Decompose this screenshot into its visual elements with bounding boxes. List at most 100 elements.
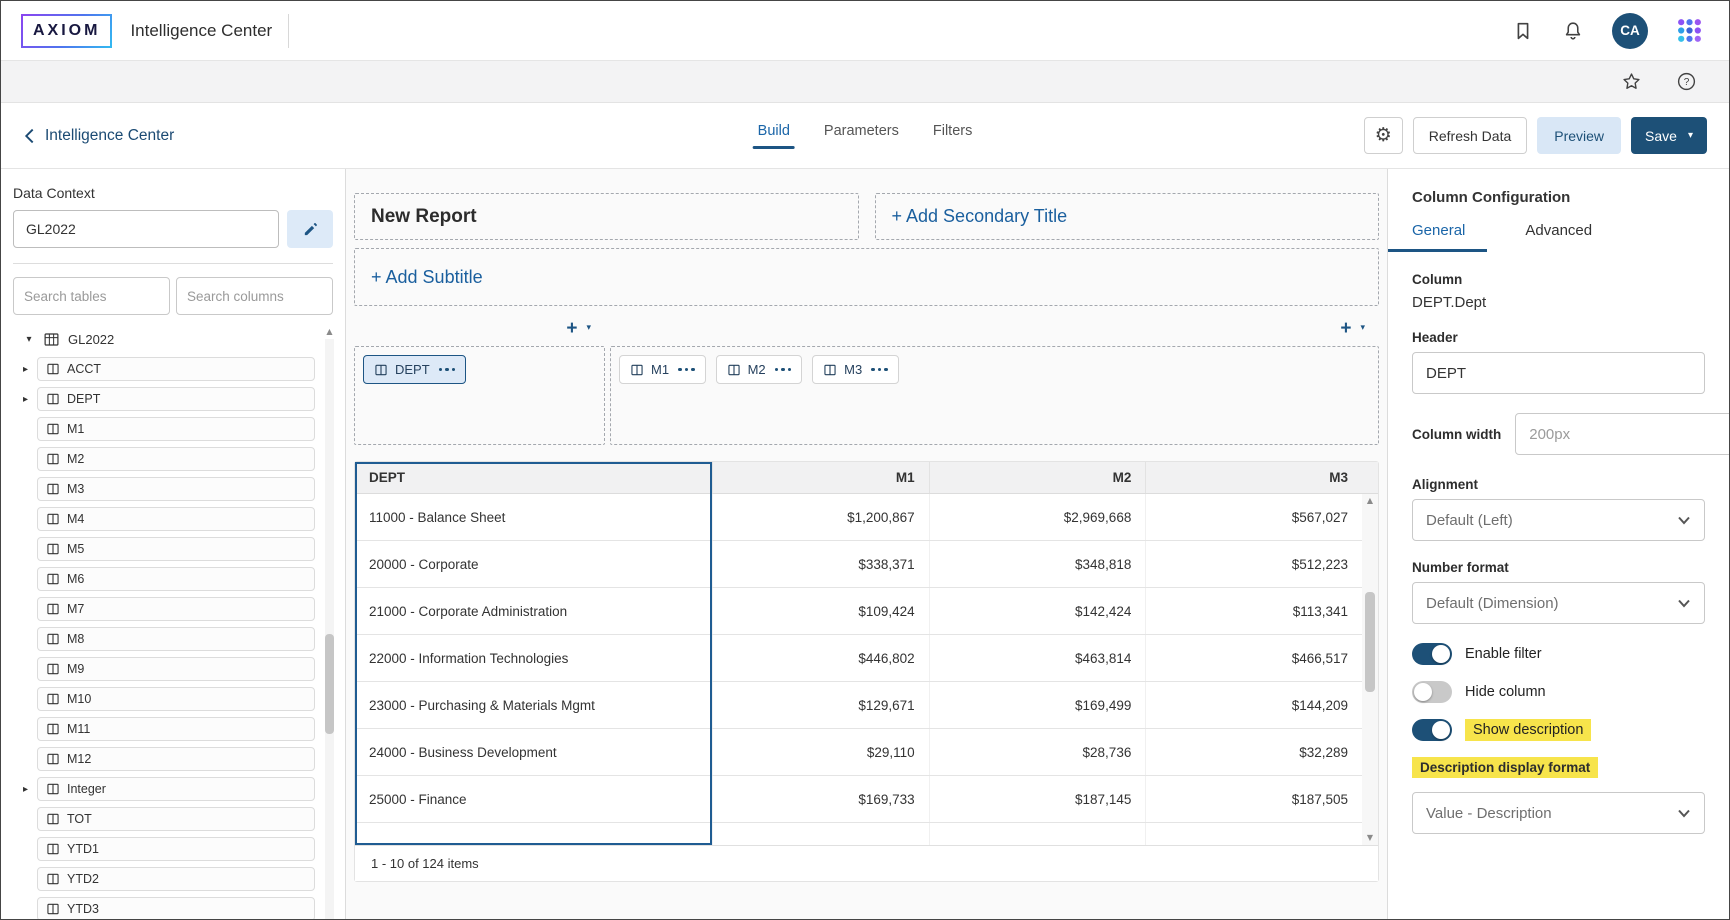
cell-dept: 24000 - Business Development <box>355 729 712 775</box>
column-chip[interactable]: DEPT <box>363 355 466 384</box>
preview-table: DEPT M1 M2 M3 11000 - Balance Sheet $1, <box>354 461 1379 882</box>
tree-column-item[interactable]: ▸ M6 <box>23 567 345 591</box>
mode-tab-label: Filters <box>933 123 972 139</box>
help-icon[interactable]: ? <box>1676 71 1697 92</box>
tree-column-item[interactable]: ▸ M11 <box>23 717 345 741</box>
add-subtitle-box[interactable]: + Add Subtitle <box>354 248 1379 306</box>
tree-item-label: DEPT <box>67 392 100 406</box>
tree-column-item[interactable]: ▸ YTD3 <box>23 897 345 919</box>
mode-tabs: Build Parameters Filters <box>748 103 983 168</box>
tab-general[interactable]: General <box>1388 222 1487 252</box>
mode-tab[interactable]: Build <box>748 123 800 149</box>
tree-root-gl2022[interactable]: ▾ GL2022 <box>23 327 345 351</box>
table-header-measure[interactable]: M1 <box>712 462 929 493</box>
add-secondary-title-label: + Add Secondary Title <box>892 206 1068 227</box>
search-tables-input[interactable] <box>13 277 170 315</box>
save-button[interactable]: Save ▾ <box>1631 117 1707 154</box>
preview-button[interactable]: Preview <box>1537 117 1621 154</box>
edit-pencil-icon[interactable] <box>287 210 333 248</box>
tree-column-item[interactable]: ▸ M4 <box>23 507 345 531</box>
toolbar-actions: ⚙ Refresh Data Preview Save ▾ <box>1364 117 1707 154</box>
table-header-dept[interactable]: DEPT <box>355 462 712 493</box>
alignment-select[interactable]: Default (Left) <box>1412 499 1705 541</box>
toggle-switch[interactable] <box>1412 643 1452 665</box>
tree-column-item[interactable]: ▸ ACCT <box>23 357 345 381</box>
settings-gear-icon[interactable]: ⚙ <box>1364 117 1403 154</box>
toggle-switch[interactable] <box>1412 681 1452 703</box>
add-secondary-title-box[interactable]: + Add Secondary Title <box>875 193 1380 240</box>
refresh-data-button[interactable]: Refresh Data <box>1413 117 1527 154</box>
column-icon <box>46 392 60 406</box>
table-scrollbar[interactable]: ▲ ▼ <box>1362 494 1378 845</box>
tree-scrollbar[interactable]: ▲ <box>324 327 335 919</box>
chevron-left-icon <box>23 128 36 144</box>
scroll-up-icon[interactable]: ▲ <box>326 327 332 339</box>
search-columns-input[interactable] <box>176 277 333 315</box>
back-link[interactable]: Intelligence Center <box>23 127 174 145</box>
description-format-label: Description display format <box>1412 757 1598 778</box>
tree-column-item[interactable]: ▸ M7 <box>23 597 345 621</box>
scroll-down-icon[interactable]: ▼ <box>1367 831 1373 845</box>
column-chip[interactable]: M1 <box>619 355 706 384</box>
tree-column-item[interactable]: ▸ M8 <box>23 627 345 651</box>
notifications-bell-icon[interactable] <box>1562 20 1584 42</box>
table-header-measure[interactable]: M3 <box>1145 462 1362 493</box>
column-chip[interactable]: M3 <box>812 355 899 384</box>
description-format-select[interactable]: Value - Description <box>1412 792 1705 834</box>
table-scrollbar-thumb[interactable] <box>1365 592 1375 692</box>
data-sidebar: Data Context ▾ GL2022 <box>1 169 346 919</box>
scroll-up-icon[interactable]: ▲ <box>1367 494 1373 508</box>
chip-menu-icon[interactable] <box>871 368 888 372</box>
table-header-row: DEPT M1 M2 M3 <box>355 462 1378 494</box>
tree-scrollbar-thumb[interactable] <box>325 634 334 734</box>
column-chip[interactable]: M2 <box>716 355 803 384</box>
table-header-measure[interactable]: M2 <box>929 462 1146 493</box>
tree-column-item[interactable]: ▸ YTD2 <box>23 867 345 891</box>
number-format-select[interactable]: Default (Dimension) <box>1412 582 1705 624</box>
tree-column-item[interactable]: ▸ Integer <box>23 777 345 801</box>
cell-m3: $32,289 <box>1145 729 1362 775</box>
tree-column-item[interactable]: ▸ DEPT <box>23 387 345 411</box>
topbar-divider <box>288 14 289 48</box>
report-title-box[interactable]: New Report <box>354 193 859 240</box>
header-input[interactable] <box>1412 352 1705 394</box>
toggle-switch[interactable] <box>1412 719 1452 741</box>
column-icon <box>46 782 60 796</box>
chip-menu-icon[interactable] <box>678 368 695 372</box>
tree-column-item[interactable]: ▸ M2 <box>23 447 345 471</box>
tree-column-item[interactable]: ▸ M5 <box>23 537 345 561</box>
add-row-column-button[interactable]: + ▾ <box>566 316 605 340</box>
user-avatar[interactable]: CA <box>1612 13 1648 49</box>
add-measure-column-button[interactable]: + ▾ <box>1340 316 1379 340</box>
tree-root-label: GL2022 <box>68 332 114 347</box>
secondary-bar: ? <box>1 61 1729 103</box>
apps-grid-icon[interactable] <box>1676 17 1703 44</box>
measure-columns-zone[interactable]: M1 M2 M3 <box>610 346 1379 445</box>
save-button-label: Save <box>1645 128 1677 144</box>
bookmark-icon[interactable] <box>1512 20 1534 42</box>
tree-column-item[interactable]: ▸ M3 <box>23 477 345 501</box>
data-context-input[interactable] <box>13 210 279 248</box>
row-columns-zone[interactable]: DEPT <box>354 346 605 445</box>
cell-m2: $348,818 <box>929 541 1146 587</box>
tree-column-item[interactable]: ▸ M9 <box>23 657 345 681</box>
table-icon <box>43 331 60 348</box>
chip-menu-icon[interactable] <box>439 368 456 372</box>
chip-menu-icon[interactable] <box>775 368 792 372</box>
data-context-label: Data Context <box>13 185 333 201</box>
tree-column-item[interactable]: ▸ M10 <box>23 687 345 711</box>
mode-tab[interactable]: Filters <box>923 123 982 149</box>
tab-advanced[interactable]: Advanced <box>1525 222 1592 252</box>
content-area: Data Context ▾ GL2022 <box>1 169 1729 919</box>
plus-icon: + <box>1340 319 1351 338</box>
favorite-star-icon[interactable] <box>1621 71 1642 92</box>
mode-tab[interactable]: Parameters <box>814 123 909 149</box>
column-icon <box>46 662 60 676</box>
tree-column-item[interactable]: ▸ TOT <box>23 807 345 831</box>
tree-column-item[interactable]: ▸ YTD1 <box>23 837 345 861</box>
cell-m3: $512,223 <box>1145 541 1362 587</box>
tree-column-item[interactable]: ▸ M12 <box>23 747 345 771</box>
cell-m1: $446,802 <box>712 635 929 681</box>
tree-column-item[interactable]: ▸ M1 <box>23 417 345 441</box>
column-width-input[interactable] <box>1515 413 1729 455</box>
